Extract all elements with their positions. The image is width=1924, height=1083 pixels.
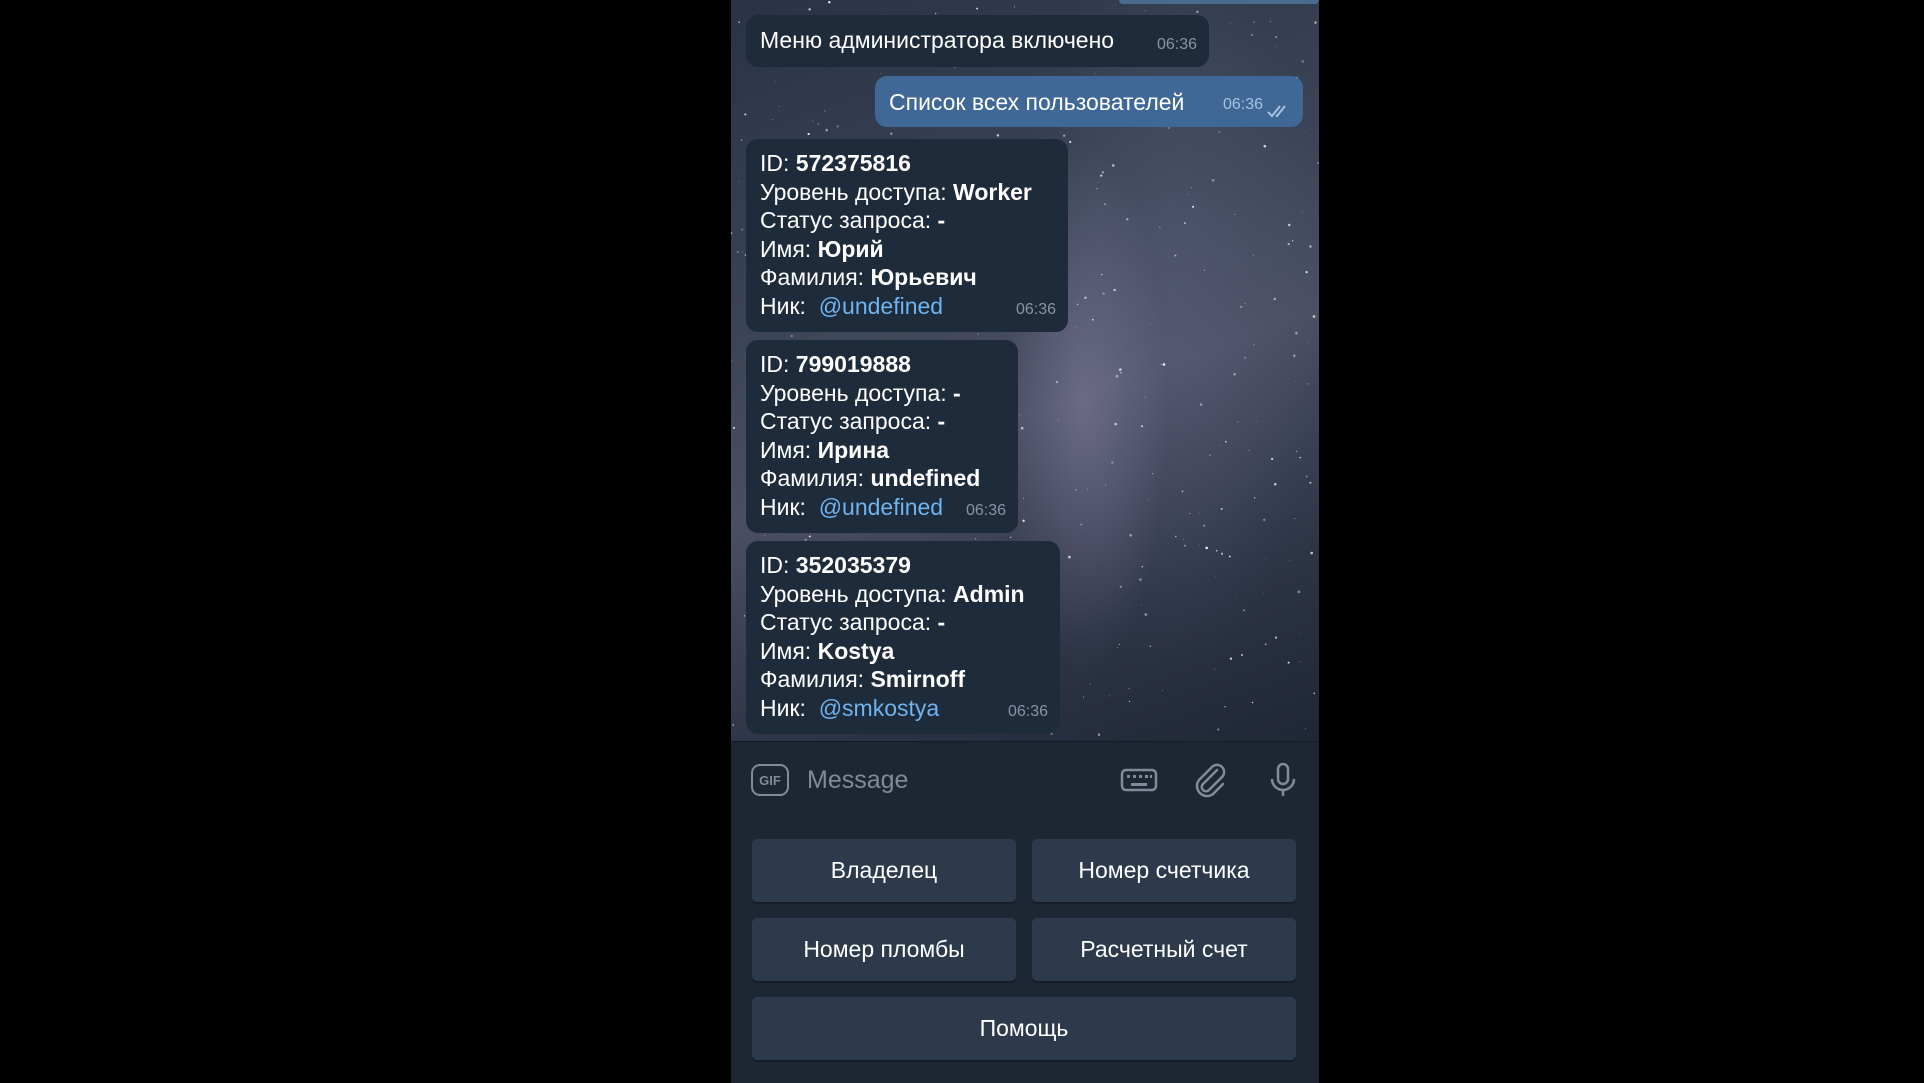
paperclip-icon[interactable]: [1191, 762, 1231, 798]
account-number-button[interactable]: Расчетный счет: [1032, 918, 1296, 981]
surname-label: Фамилия:: [760, 666, 865, 692]
status-label: Статус запроса:: [760, 207, 932, 233]
user-card[interactable]: ID: 352035379 Уровень доступа: Admin Ста…: [746, 541, 1060, 734]
message-bubble-user-list-request[interactable]: Список всех пользователей 06:36: [875, 76, 1303, 127]
message-time: 06:36: [1015, 300, 1056, 318]
user-card[interactable]: ID: 799019888 Уровень доступа: - Статус …: [746, 340, 1018, 533]
user-name-value: Kostya: [817, 637, 895, 664]
meter-number-button[interactable]: Номер счетчика: [1032, 839, 1296, 902]
nick-label: Ник:: [760, 493, 806, 520]
message-text: Меню администратора включено: [760, 27, 1115, 53]
surname-label: Фамилия:: [760, 465, 865, 491]
seal-number-button[interactable]: Номер пломбы: [752, 918, 1016, 981]
message-time: 06:36: [965, 501, 1006, 519]
user-status-value: -: [937, 207, 946, 233]
keyboard-icon[interactable]: [1119, 762, 1159, 798]
double-check-icon: [1267, 105, 1286, 118]
name-label: Имя:: [760, 637, 812, 664]
id-label: ID:: [760, 351, 790, 377]
user-name-line: Имя: Ирина: [760, 436, 1004, 465]
previous-message-edge: [1119, 0, 1319, 4]
user-surname-value: undefined: [870, 465, 981, 491]
user-id-line: ID: 572375816: [760, 149, 1054, 178]
user-name-value: Ирина: [817, 436, 889, 463]
user-id-value: 352035379: [795, 552, 911, 578]
user-nick-line: Ник: @smkostya: [760, 694, 1046, 723]
user-nick-line: Ник: @undefined: [760, 292, 1054, 321]
user-access-line: Уровень доступа: Admin: [760, 580, 1046, 609]
message-input[interactable]: [807, 760, 1107, 800]
name-label: Имя:: [760, 436, 812, 463]
user-status-line: Статус запроса: -: [760, 407, 1004, 436]
nick-label: Ник:: [760, 694, 806, 721]
nick-label: Ник:: [760, 292, 806, 319]
telegram-chat-screen: Меню администратора включено 06:36 Списо…: [731, 0, 1319, 1083]
user-status-value: -: [937, 408, 946, 434]
user-surname-line: Фамилия: Юрьевич: [760, 263, 1054, 292]
status-label: Статус запроса:: [760, 408, 932, 434]
user-access-line: Уровень доступа: -: [760, 379, 1004, 408]
message-bubble-admin-menu[interactable]: Меню администратора включено 06:36: [746, 15, 1209, 67]
user-nick-link[interactable]: @smkostya: [819, 695, 939, 721]
user-surname-value: Юрьевич: [870, 264, 977, 290]
access-label: Уровень доступа:: [760, 178, 947, 205]
gif-icon-label: GIF: [759, 772, 781, 788]
access-label: Уровень доступа:: [760, 580, 947, 607]
help-button[interactable]: Помощь: [752, 997, 1296, 1060]
access-label: Уровень доступа:: [760, 379, 947, 406]
bot-reply-keyboard: Владелец Номер счетчика Номер пломбы Рас…: [731, 815, 1319, 1083]
user-access-value: -: [953, 379, 961, 406]
microphone-icon[interactable]: [1263, 762, 1303, 798]
user-id-line: ID: 799019888: [760, 350, 1004, 379]
user-id-line: ID: 352035379: [760, 551, 1046, 580]
user-nick-link[interactable]: @undefined: [819, 494, 943, 520]
user-name-line: Имя: Kostya: [760, 637, 1046, 666]
user-access-value: Admin: [953, 580, 1025, 607]
chat-history[interactable]: Меню администратора включено 06:36 Списо…: [731, 0, 1319, 741]
user-access-line: Уровень доступа: Worker: [760, 178, 1054, 207]
user-status-value: -: [937, 609, 946, 635]
gif-icon[interactable]: GIF: [751, 764, 789, 796]
user-status-line: Статус запроса: -: [760, 608, 1046, 637]
user-name-line: Имя: Юрий: [760, 235, 1054, 264]
user-name-value: Юрий: [817, 235, 884, 262]
user-nick-link[interactable]: @undefined: [819, 293, 943, 319]
message-time: 06:36: [1222, 95, 1263, 113]
surname-label: Фамилия:: [760, 264, 865, 290]
user-surname-line: Фамилия: Smirnoff: [760, 665, 1046, 694]
user-card[interactable]: ID: 572375816 Уровень доступа: Worker Ст…: [746, 139, 1068, 332]
user-status-line: Статус запроса: -: [760, 206, 1054, 235]
owner-button[interactable]: Владелец: [752, 839, 1016, 902]
status-label: Статус запроса:: [760, 609, 932, 635]
user-surname-value: Smirnoff: [870, 666, 966, 692]
message-input-bar: GIF: [731, 741, 1319, 815]
message-time: 06:36: [1156, 35, 1197, 53]
id-label: ID:: [760, 552, 790, 578]
id-label: ID:: [760, 150, 790, 176]
user-surname-line: Фамилия: undefined: [760, 464, 1004, 493]
user-id-value: 572375816: [795, 150, 911, 176]
message-time: 06:36: [1007, 702, 1048, 720]
user-id-value: 799019888: [795, 351, 911, 377]
user-access-value: Worker: [953, 178, 1032, 205]
name-label: Имя:: [760, 235, 812, 262]
